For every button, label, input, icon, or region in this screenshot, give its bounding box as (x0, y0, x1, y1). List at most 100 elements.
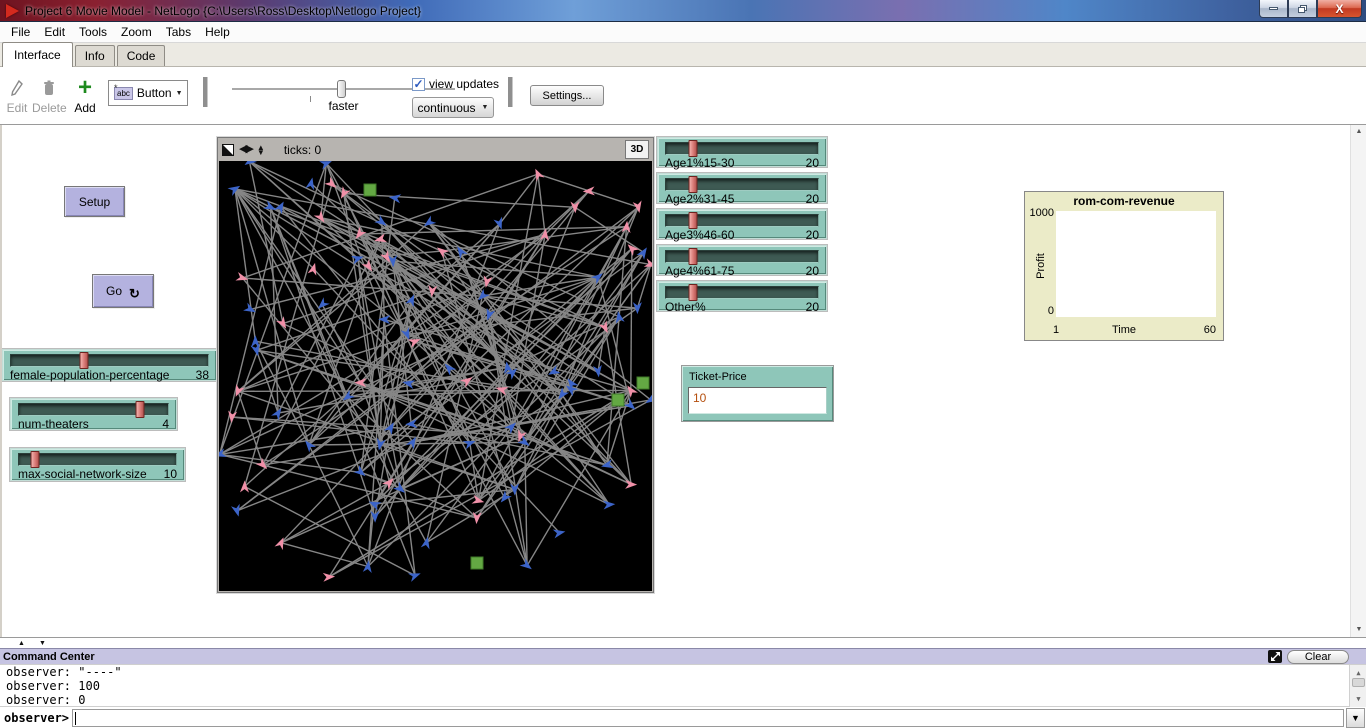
tab-interface[interactable]: Interface (2, 42, 73, 67)
setup-button[interactable]: Setup (64, 186, 125, 217)
view-world[interactable] (219, 161, 652, 591)
plus-icon: + (78, 78, 92, 98)
chevron-down-icon: ▼ (482, 104, 489, 111)
command-center-output[interactable]: observer: "----" observer: 100 observer:… (0, 664, 1366, 706)
go-button[interactable]: Go ↻ (92, 274, 154, 308)
command-input[interactable] (72, 709, 1344, 727)
update-mode-value: continuous (418, 101, 476, 115)
pencil-icon (0, 75, 34, 101)
slider-max-social-network-size[interactable]: max-social-network-size 10 (10, 448, 185, 481)
output-line: observer: "----" (6, 665, 1364, 679)
tab-info[interactable]: Info (75, 45, 115, 66)
slider-value: 38 (196, 368, 209, 382)
slider-handle[interactable] (689, 176, 698, 193)
view-updates-control[interactable]: ✓ view updates (412, 77, 499, 91)
slider-age1[interactable]: Age1%15-30 20 (657, 137, 827, 167)
menu-file[interactable]: File (4, 23, 37, 41)
settings-button[interactable]: Settings... (530, 85, 604, 106)
plot-x-axis-label: Time (1025, 324, 1223, 336)
plot-y-max: 1000 (1028, 207, 1054, 219)
chevron-down-icon: ▼ (176, 90, 183, 97)
menu-tabs[interactable]: Tabs (159, 23, 198, 41)
output-line: observer: 100 (6, 679, 1364, 693)
speed-slider-handle[interactable] (337, 80, 346, 98)
expand-icon[interactable] (1268, 650, 1282, 663)
command-center-splitter[interactable]: ▲▼ (0, 637, 1366, 648)
slider-handle[interactable] (689, 140, 698, 157)
slider-handle[interactable] (135, 401, 144, 418)
restore-icon (1298, 5, 1307, 13)
scroll-down-icon[interactable]: ▼ (1351, 692, 1366, 706)
text-caret (75, 712, 76, 725)
add-label: Add (68, 101, 102, 115)
netlogo-logo-icon (6, 4, 19, 18)
slider-name: Age4%61-75 (665, 264, 734, 278)
slider-value: 10 (164, 467, 177, 481)
slider-female-population-percentage[interactable]: female-population-percentage 38 (2, 349, 217, 381)
widget-type-select[interactable]: abc Button ▼ (108, 80, 188, 106)
tab-code[interactable]: Code (117, 45, 166, 66)
plot-y-min: 0 (1028, 305, 1054, 317)
splitter-arrows-icon[interactable]: ▲▼ (18, 640, 46, 647)
menu-edit[interactable]: Edit (37, 23, 72, 41)
update-mode-dropdown[interactable]: continuous ▼ (412, 97, 494, 118)
ticket-price-label: Ticket-Price (689, 371, 827, 383)
checkbox-checked-icon[interactable]: ✓ (412, 78, 425, 91)
minimize-icon (1269, 7, 1278, 10)
slider-num-theaters[interactable]: num-theaters 4 (10, 398, 177, 430)
social-network-graphic (219, 161, 652, 591)
command-center-prompt-row: observer> ▼ (0, 706, 1366, 728)
ticket-price-widget: Ticket-Price 10 (681, 365, 834, 422)
slider-handle[interactable] (79, 352, 88, 369)
title-bar[interactable]: Project 6 Movie Model - NetLogo {C:\User… (0, 0, 1366, 22)
slider-age2[interactable]: Age2%31-45 20 (657, 173, 827, 203)
slider-name: num-theaters (18, 417, 89, 431)
setup-button-label: Setup (79, 195, 110, 209)
slider-handle[interactable] (30, 451, 39, 468)
minimize-button[interactable] (1259, 0, 1288, 18)
clear-button[interactable]: Clear (1287, 650, 1349, 664)
ticket-price-input[interactable]: 10 (688, 387, 827, 414)
speed-tick (310, 96, 311, 102)
menu-help[interactable]: Help (198, 23, 237, 41)
scroll-down-icon[interactable]: ▼ (1351, 623, 1366, 637)
scroll-up-icon[interactable]: ▲ (1351, 125, 1366, 139)
toolbar-separator (508, 77, 513, 107)
slider-handle[interactable] (689, 248, 698, 265)
agent-type-dropdown[interactable]: ▼ (1346, 708, 1365, 728)
restore-button[interactable] (1288, 0, 1317, 18)
delete-widget-button[interactable]: Delete (32, 75, 66, 115)
slider-value: 4 (162, 417, 169, 431)
tab-bar: Interface Info Code (0, 43, 1366, 67)
slider-name: Age2%31-45 (665, 192, 734, 206)
slider-handle[interactable] (689, 212, 698, 229)
interface-scrollbar[interactable]: ▲ ▼ (1350, 125, 1366, 637)
clear-button-label: Clear (1305, 651, 1331, 663)
menu-tools[interactable]: Tools (72, 23, 114, 41)
command-center-title: Command Center (3, 651, 95, 663)
ticks-counter: ticks: 0 (284, 143, 321, 157)
edit-widget-button[interactable]: Edit (0, 75, 34, 115)
slider-age3[interactable]: Age3%46-60 20 (657, 209, 827, 239)
settings-label: Settings... (543, 90, 592, 102)
slider-name: max-social-network-size (18, 467, 147, 481)
widget-type-value: Button (137, 86, 172, 100)
chevron-down-icon: ▼ (1351, 713, 1360, 723)
add-widget-button[interactable]: + Add (68, 75, 102, 115)
netlogo-window: Project 6 Movie Model - NetLogo {C:\User… (0, 0, 1366, 728)
forever-icon: ↻ (129, 286, 140, 302)
go-button-label: Go (106, 284, 122, 298)
slider-name: Age3%46-60 (665, 228, 734, 242)
toolbar-separator (203, 77, 208, 107)
slider-handle[interactable] (689, 284, 698, 301)
slider-other[interactable]: Other% 20 (657, 281, 827, 311)
plot-title: rom-com-revenue (1025, 194, 1223, 208)
close-button[interactable]: X (1317, 0, 1362, 18)
world-view[interactable]: ◀▶ ▲▼ ticks: 0 3D (217, 137, 654, 593)
output-scrollbar[interactable]: ▲ ▼ (1349, 665, 1366, 707)
view-3d-button[interactable]: 3D (625, 140, 649, 159)
scrollbar-thumb[interactable] (1352, 678, 1365, 687)
slider-age4[interactable]: Age4%61-75 20 (657, 245, 827, 275)
slider-value: 20 (806, 228, 819, 242)
menu-zoom[interactable]: Zoom (114, 23, 159, 41)
